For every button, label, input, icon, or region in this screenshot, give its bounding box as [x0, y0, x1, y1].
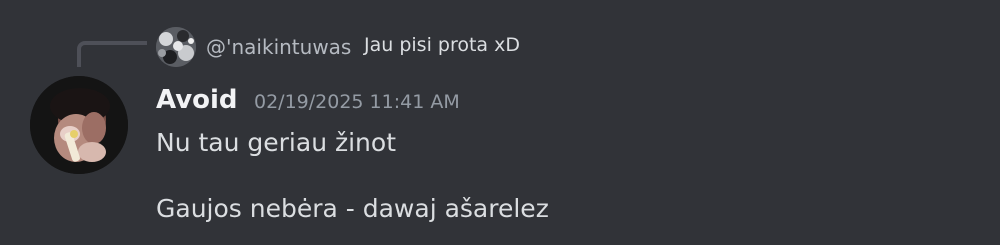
author-avatar-image	[30, 76, 128, 174]
chat-message: @'naikintuwas Jau pisi prota xD Avoid 02…	[0, 0, 1000, 245]
reply-spine	[77, 41, 147, 67]
message-line: Gaujos nebėra - dawaj ašarelez	[156, 194, 549, 223]
reply-avatar[interactable]	[156, 27, 196, 67]
reply-content[interactable]: Jau pisi prota xD	[364, 32, 520, 58]
message-timestamp: 02/19/2025 11:41 AM	[254, 91, 460, 113]
author-avatar[interactable]	[30, 76, 128, 174]
message-author[interactable]: Avoid	[156, 84, 238, 116]
reply-avatar-image	[156, 27, 196, 67]
message-line: Nu tau geriau žinot	[156, 128, 397, 157]
reply-author[interactable]: @'naikintuwas	[206, 34, 351, 60]
